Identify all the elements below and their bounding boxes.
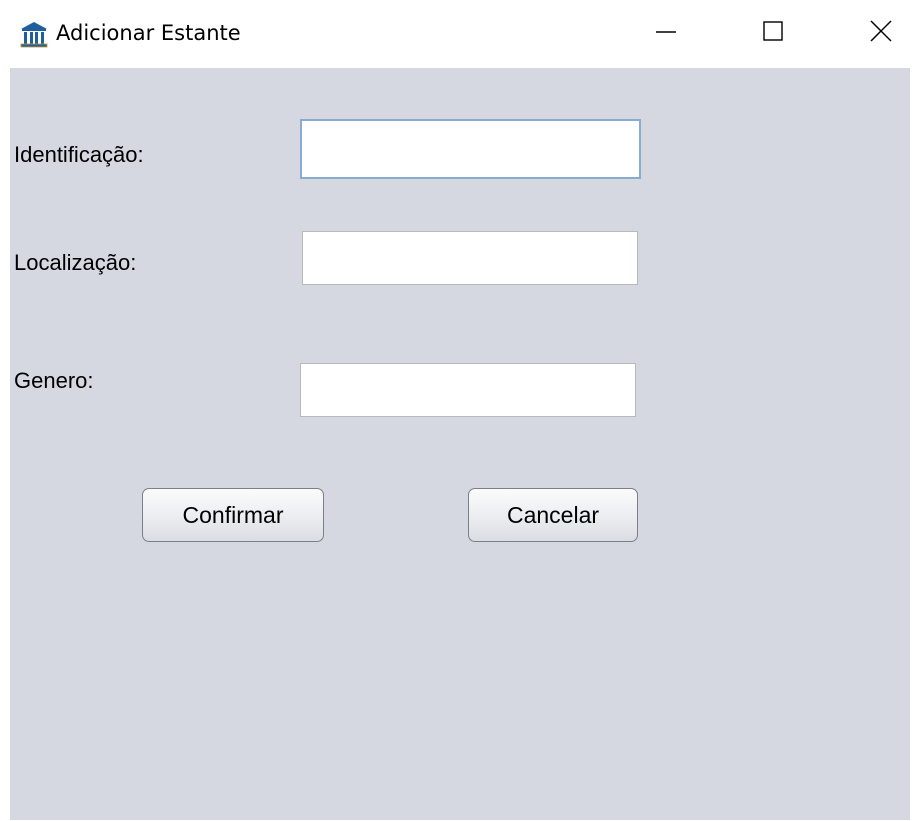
window-title: Adicionar Estante [56,21,241,45]
close-button[interactable] [856,10,906,56]
museum-building-icon [19,20,49,50]
genre-input[interactable] [300,363,636,417]
identification-label: Identificação: [14,142,144,167]
title-bar[interactable]: Adicionar Estante [0,0,914,68]
maximize-button[interactable] [748,10,798,56]
add-shelf-window: Adicionar Estante Identificação: Localiz… [0,0,914,821]
genre-label: Genero: [14,368,94,393]
identification-input[interactable] [300,119,641,179]
form-panel: Identificação: Localização: Genero: Conf… [10,68,910,820]
confirm-button[interactable]: Confirmar [142,488,324,542]
maximize-icon [762,20,784,47]
location-label: Localização: [14,250,137,275]
cancel-button[interactable]: Cancelar [468,488,638,542]
location-input[interactable] [302,231,638,285]
minimize-icon [655,20,677,47]
minimize-button[interactable] [641,10,691,56]
close-icon [869,19,893,48]
